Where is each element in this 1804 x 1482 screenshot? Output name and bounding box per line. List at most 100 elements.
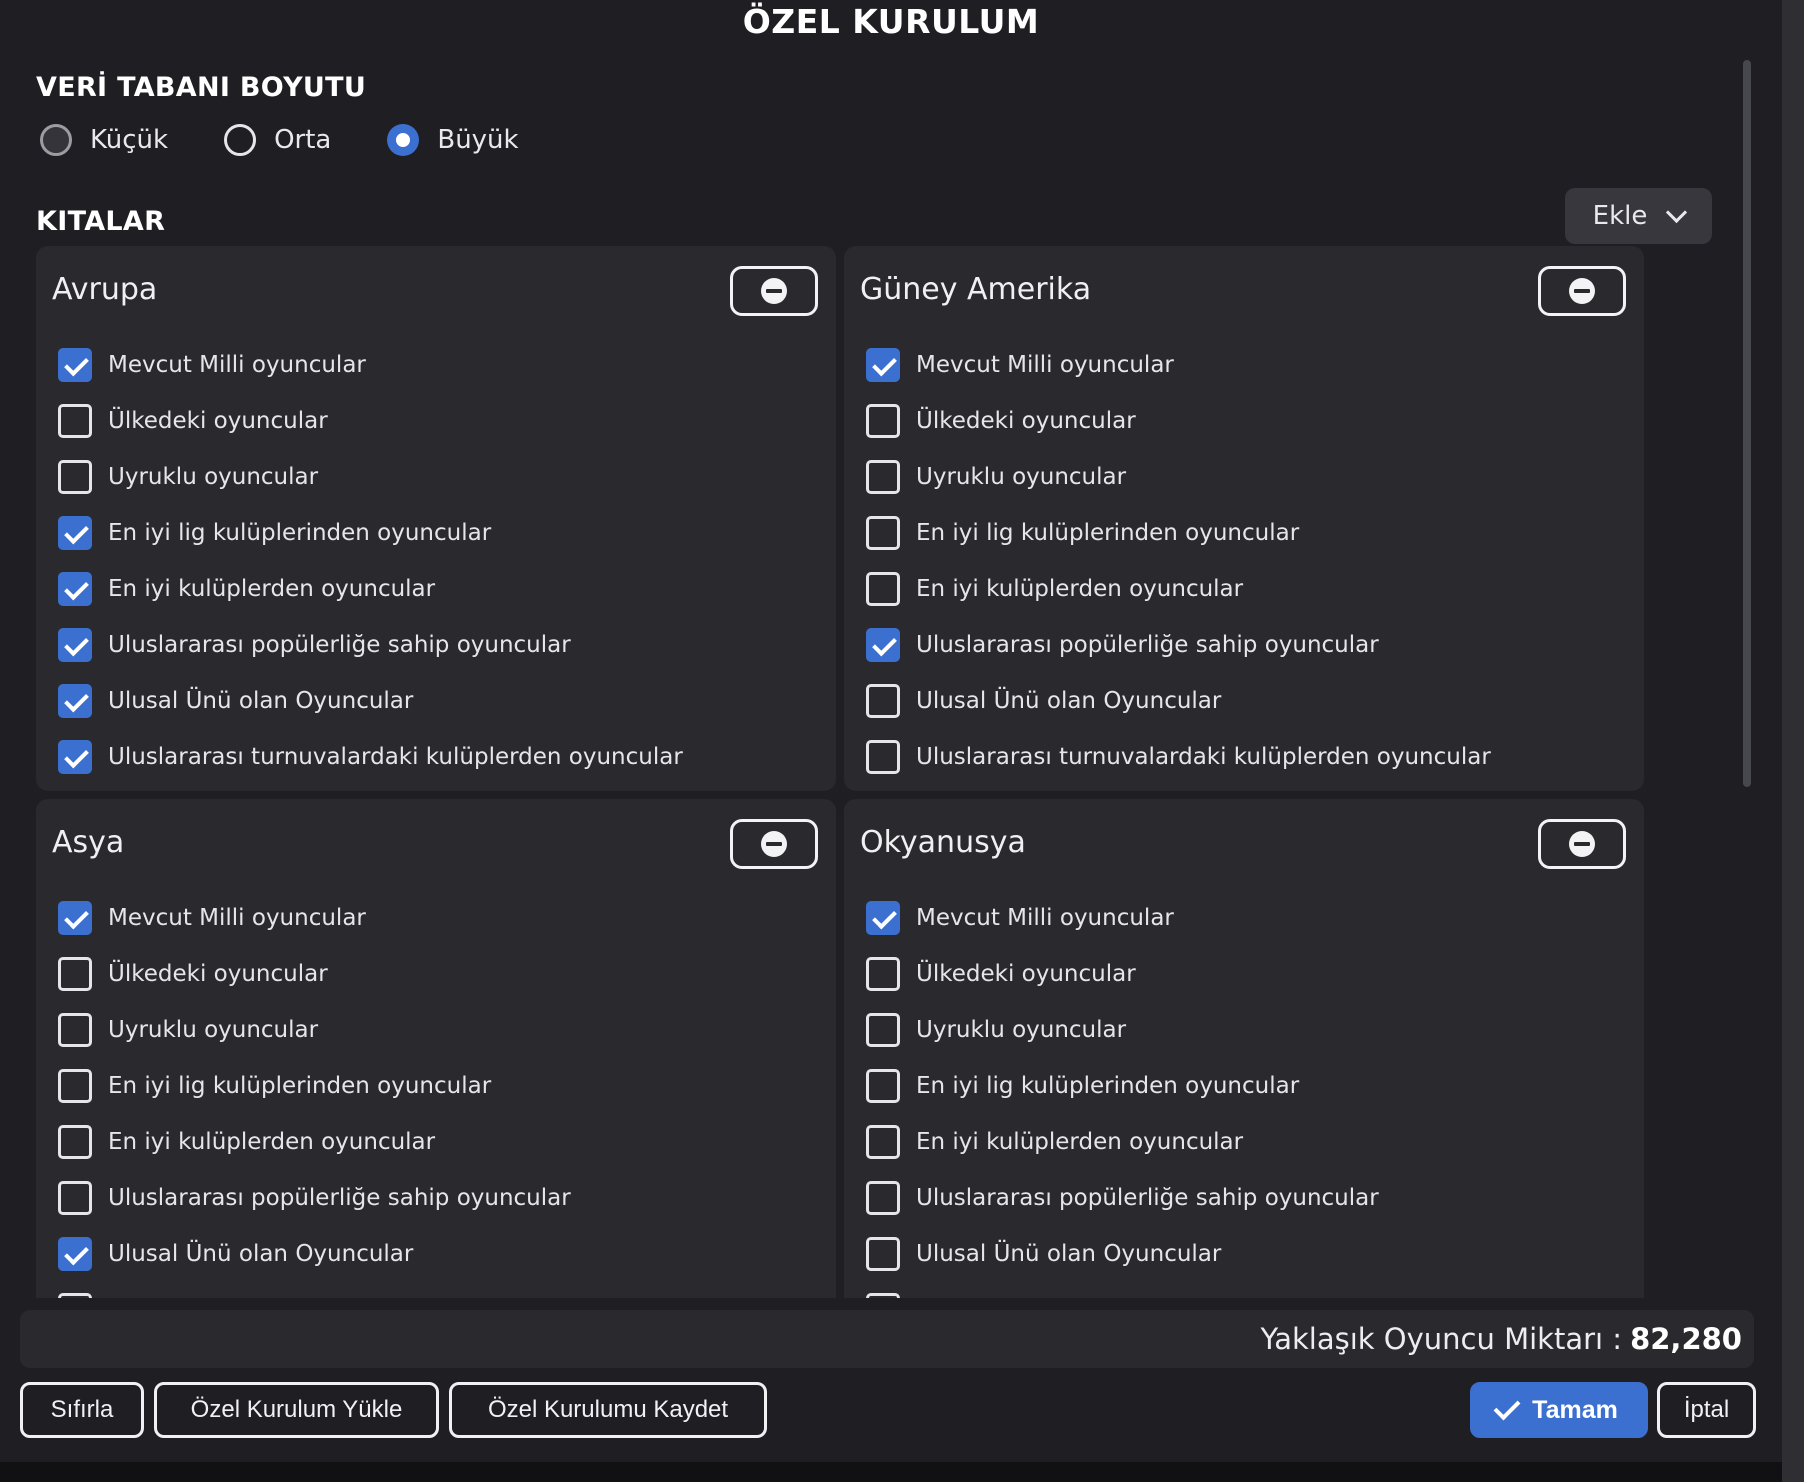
option-label: Ülkedeki oyuncular [108, 408, 328, 434]
remove-continent-button[interactable] [1538, 266, 1626, 316]
checkbox[interactable] [58, 1069, 92, 1103]
option-row[interactable]: Uyruklu oyuncular [866, 1002, 1491, 1058]
checkbox[interactable] [866, 404, 900, 438]
option-row[interactable]: Mevcut Milli oyuncular [58, 337, 683, 393]
radio-large-label: Büyük [437, 125, 519, 155]
option-row[interactable]: En iyi lig kulüplerinden oyuncular [58, 505, 683, 561]
option-row[interactable]: Uluslararası popülerliğe sahip oyuncular [866, 1170, 1491, 1226]
checkbox-checked[interactable] [58, 516, 92, 550]
option-row[interactable]: En iyi kulüplerden oyuncular [866, 1114, 1491, 1170]
option-label: En iyi kulüplerden oyuncular [108, 1129, 436, 1155]
option-row[interactable]: Mevcut Milli oyuncular [866, 337, 1491, 393]
continent-title: Okyanusya [860, 825, 1026, 860]
checkbox[interactable] [58, 1181, 92, 1215]
checkbox-checked[interactable] [866, 348, 900, 382]
checkbox[interactable] [866, 740, 900, 774]
checkbox[interactable] [58, 1293, 92, 1298]
option-row[interactable]: Ülkedeki oyuncular [866, 393, 1491, 449]
option-row[interactable]: Ulusal Ünü olan Oyuncular [58, 673, 683, 729]
custom-setup-dialog: ÖZEL KURULUM VERİ TABANI BOYUTU Küçük Or… [0, 0, 1782, 1462]
ok-button[interactable]: Tamam [1470, 1382, 1648, 1438]
option-label: Uyruklu oyuncular [108, 464, 319, 490]
remove-continent-button[interactable] [730, 819, 818, 869]
vertical-scrollbar[interactable] [1743, 60, 1751, 787]
checkbox[interactable] [58, 404, 92, 438]
radio-large[interactable]: Büyük [387, 124, 519, 156]
option-row[interactable]: En iyi kulüplerden oyuncular [866, 561, 1491, 617]
continent-card-okyanusya: Okyanusya Mevcut Milli oyuncular Ülkedeki… [844, 799, 1644, 1298]
checkbox[interactable] [866, 1293, 900, 1298]
checkbox-checked[interactable] [58, 740, 92, 774]
option-row[interactable]: Uluslararası turnuvalardaki kulüplerden … [58, 729, 683, 785]
checkbox-checked[interactable] [58, 628, 92, 662]
checkbox[interactable] [866, 1181, 900, 1215]
continent-options: Mevcut Milli oyuncular Ülkedeki oyuncular… [58, 890, 683, 1298]
option-row[interactable]: Ulusal Ünü olan Oyuncular [866, 1226, 1491, 1282]
checkbox[interactable] [866, 957, 900, 991]
option-row[interactable]: Mevcut Milli oyuncular [866, 890, 1491, 946]
option-row[interactable]: Ulusal Ünü olan Oyuncular [866, 673, 1491, 729]
option-label: Ulusal Ünü olan Oyuncular [916, 688, 1222, 714]
checkbox-checked[interactable] [58, 684, 92, 718]
option-row[interactable]: Uluslararası popülerliğe sahip oyuncular [58, 617, 683, 673]
checkbox[interactable] [866, 684, 900, 718]
option-row[interactable]: Ulusal Ünü olan Oyuncular [58, 1226, 683, 1282]
checkbox[interactable] [58, 1013, 92, 1047]
radio-medium[interactable]: Orta [224, 124, 331, 156]
checkbox-checked[interactable] [58, 348, 92, 382]
checkbox-checked[interactable] [58, 572, 92, 606]
option-label: Ülkedeki oyuncular [916, 961, 1136, 987]
option-row[interactable]: Uluslararası popülerliğe sahip oyuncular [58, 1170, 683, 1226]
continent-title: Avrupa [52, 272, 158, 307]
option-row[interactable]: Uluslararası popülerliğe sahip oyuncular [866, 617, 1491, 673]
option-row[interactable]: Uluslararası turnuvalardaki kulüplerden … [58, 1282, 683, 1298]
load-setup-button[interactable]: Özel Kurulum Yükle [154, 1382, 439, 1438]
option-row[interactable]: Mevcut Milli oyuncular [58, 890, 683, 946]
option-row[interactable]: En iyi lig kulüplerinden oyuncular [58, 1058, 683, 1114]
option-row[interactable]: Uyruklu oyuncular [866, 449, 1491, 505]
option-row[interactable]: Ülkedeki oyuncular [58, 946, 683, 1002]
checkbox[interactable] [866, 516, 900, 550]
checkbox-checked[interactable] [866, 901, 900, 935]
option-row[interactable]: En iyi kulüplerden oyuncular [58, 561, 683, 617]
checkbox[interactable] [58, 1125, 92, 1159]
option-label: En iyi lig kulüplerinden oyuncular [916, 520, 1300, 546]
radio-medium-label: Orta [274, 125, 332, 155]
remove-continent-button[interactable] [1538, 819, 1626, 869]
checkbox[interactable] [58, 957, 92, 991]
option-row[interactable]: Uluslararası turnuvalardaki kulüplerden … [866, 729, 1491, 785]
radio-large-indicator [387, 124, 420, 156]
checkbox[interactable] [866, 1125, 900, 1159]
checkbox[interactable] [58, 460, 92, 494]
remove-continent-button[interactable] [730, 266, 818, 316]
option-label: En iyi kulüplerden oyuncular [916, 1129, 1244, 1155]
checkbox-checked[interactable] [58, 901, 92, 935]
radio-small-label: Küçük [90, 125, 169, 155]
option-label: Uyruklu oyuncular [916, 464, 1127, 490]
add-continent-dropdown[interactable]: Ekle [1565, 188, 1712, 244]
option-label: Ülkedeki oyuncular [108, 961, 328, 987]
continent-cards-scroll-area[interactable]: Avrupa Mevcut Milli oyuncular Ülkedeki oy… [36, 246, 1644, 1298]
checkbox[interactable] [866, 572, 900, 606]
option-row[interactable]: En iyi lig kulüplerinden oyuncular [866, 1058, 1491, 1114]
option-label: En iyi kulüplerden oyuncular [916, 576, 1244, 602]
option-row[interactable]: Uluslararası turnuvalardaki kulüplerden … [866, 1282, 1491, 1298]
checkbox[interactable] [866, 1013, 900, 1047]
checkbox[interactable] [866, 460, 900, 494]
option-row[interactable]: En iyi lig kulüplerinden oyuncular [866, 505, 1491, 561]
checkbox-checked[interactable] [58, 1237, 92, 1271]
option-label: En iyi lig kulüplerinden oyuncular [108, 520, 492, 546]
save-setup-button[interactable]: Özel Kurulumu Kaydet [449, 1382, 767, 1438]
option-row[interactable]: Ülkedeki oyuncular [866, 946, 1491, 1002]
option-row[interactable]: Ülkedeki oyuncular [58, 393, 683, 449]
option-label: Uluslararası turnuvalardaki kulüplerden … [916, 1297, 1491, 1298]
checkbox[interactable] [866, 1069, 900, 1103]
option-row[interactable]: Uyruklu oyuncular [58, 449, 683, 505]
cancel-button[interactable]: İptal [1657, 1382, 1756, 1438]
reset-button[interactable]: Sıfırla [20, 1382, 144, 1438]
checkbox-checked[interactable] [866, 628, 900, 662]
option-row[interactable]: Uyruklu oyuncular [58, 1002, 683, 1058]
checkbox[interactable] [866, 1237, 900, 1271]
option-row[interactable]: En iyi kulüplerden oyuncular [58, 1114, 683, 1170]
radio-small[interactable]: Küçük [40, 124, 168, 156]
